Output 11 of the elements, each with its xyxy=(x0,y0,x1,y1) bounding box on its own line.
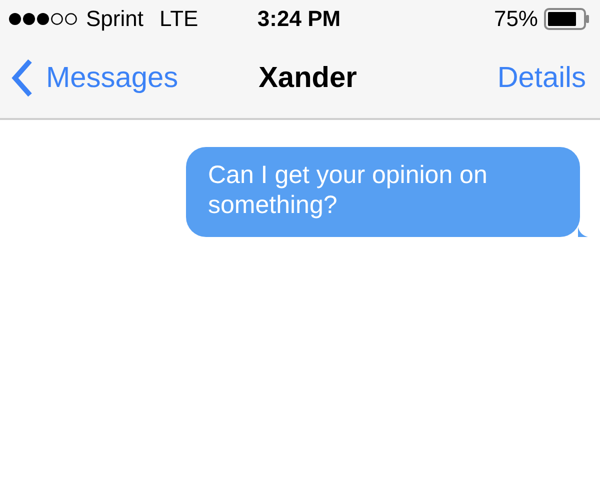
details-button[interactable]: Details xyxy=(497,62,586,94)
bubble-tail xyxy=(578,227,588,237)
back-chevron-icon xyxy=(10,58,34,98)
back-button[interactable]: Messages xyxy=(10,58,178,98)
status-time: 3:24 PM xyxy=(257,6,341,31)
carrier-name: Sprint xyxy=(86,6,144,32)
battery-percent: 75% xyxy=(494,6,538,32)
battery-icon xyxy=(544,8,590,30)
signal-icon xyxy=(8,12,80,26)
network-type: LTE xyxy=(159,6,198,32)
conversation-title: Xander xyxy=(258,62,358,94)
